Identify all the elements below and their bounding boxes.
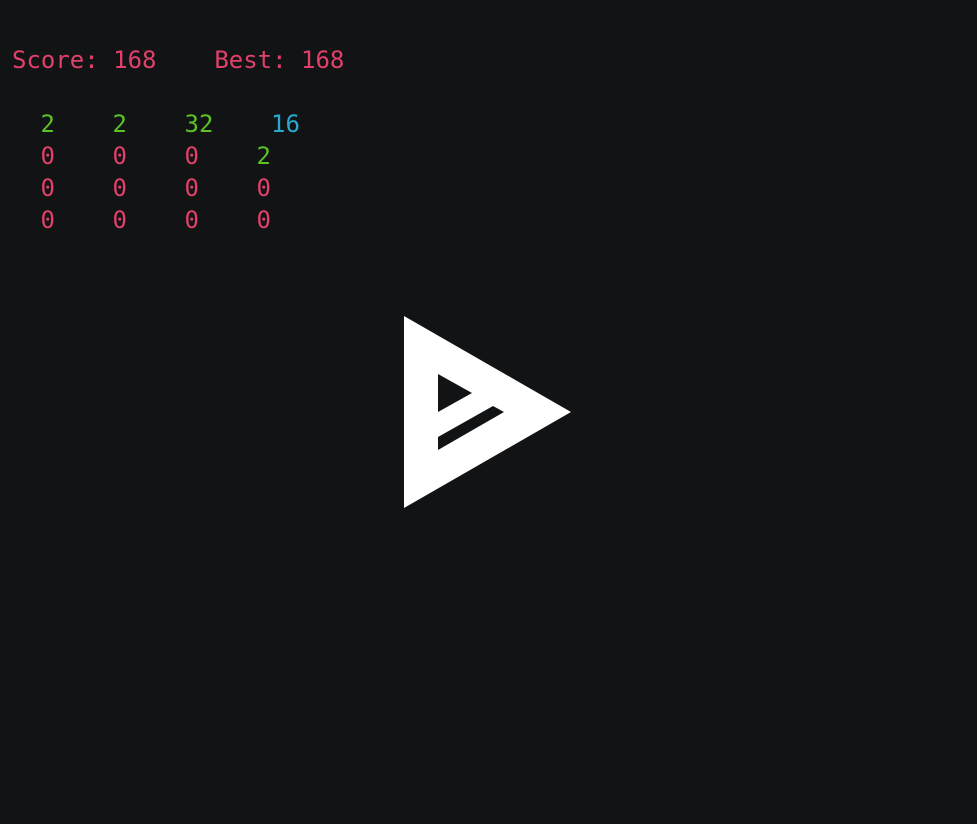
tile: 0 [112, 142, 127, 170]
tile: 2 [256, 142, 271, 170]
tile: 0 [40, 206, 55, 234]
tile: 2 [40, 110, 55, 138]
best-label: Best: [214, 46, 287, 74]
tile: 0 [184, 174, 199, 202]
terminal-screen: Score: 168 Best: 168 2 2 32 16 0 0 0 2 0… [0, 0, 977, 824]
tile: 0 [184, 142, 199, 170]
tile: 0 [40, 174, 55, 202]
tile: 0 [40, 142, 55, 170]
tile: 0 [256, 174, 271, 202]
tile: 0 [112, 206, 127, 234]
tile: 0 [112, 174, 127, 202]
tile: 0 [184, 206, 199, 234]
tile: 2 [112, 110, 127, 138]
tile: 16 [271, 110, 300, 138]
score-line: Score: 168 Best: 168 [12, 44, 344, 76]
tile: 0 [256, 206, 271, 234]
best-value: 168 [301, 46, 345, 74]
score-label: Score: [12, 46, 99, 74]
score-value: 168 [113, 46, 157, 74]
tile: 32 [184, 110, 214, 138]
play-triangle-logo-icon [404, 316, 571, 508]
